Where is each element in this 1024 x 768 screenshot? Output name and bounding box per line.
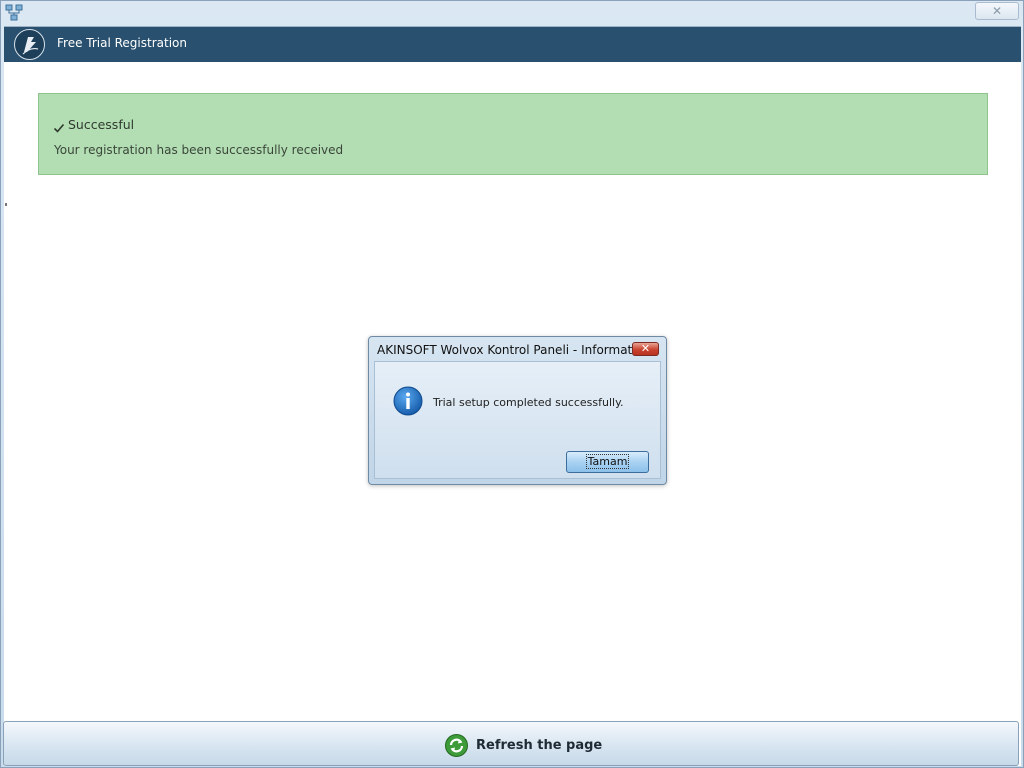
info-icon (393, 386, 423, 416)
ok-button[interactable]: Tamam (566, 451, 649, 473)
dialog-message: Trial setup completed successfully. (433, 396, 624, 409)
window-close-button[interactable]: ✕ (975, 2, 1019, 20)
information-dialog: AKINSOFT Wolvox Kontrol Paneli - Informa… (368, 336, 667, 485)
app-window: ✕ Free Trial Registration Successful You… (0, 0, 1024, 768)
alert-message: Your registration has been successfully … (54, 143, 344, 157)
success-alert: Successful Your registration has been su… (38, 93, 988, 175)
app-network-icon (5, 4, 23, 22)
refresh-label: Refresh the page (476, 738, 603, 753)
title-bar: ✕ (1, 1, 1023, 25)
checkmark-icon (53, 119, 65, 133)
dialog-close-button[interactable]: ✕ (632, 342, 659, 356)
akinsoft-logo (14, 29, 45, 60)
stray-mark (5, 203, 7, 206)
page-title: Free Trial Registration (57, 36, 187, 50)
dialog-title: AKINSOFT Wolvox Kontrol Paneli - Informa… (377, 343, 651, 357)
alert-heading: Successful (53, 117, 135, 133)
alert-heading-text: Successful (68, 117, 135, 132)
refresh-page-button[interactable]: Refresh the page (3, 721, 1019, 766)
page-header: Free Trial Registration (4, 27, 1021, 62)
ok-button-label: Tamam (585, 454, 630, 469)
refresh-icon (445, 734, 468, 757)
dialog-body: Trial setup completed successfully. Tama… (374, 361, 661, 479)
